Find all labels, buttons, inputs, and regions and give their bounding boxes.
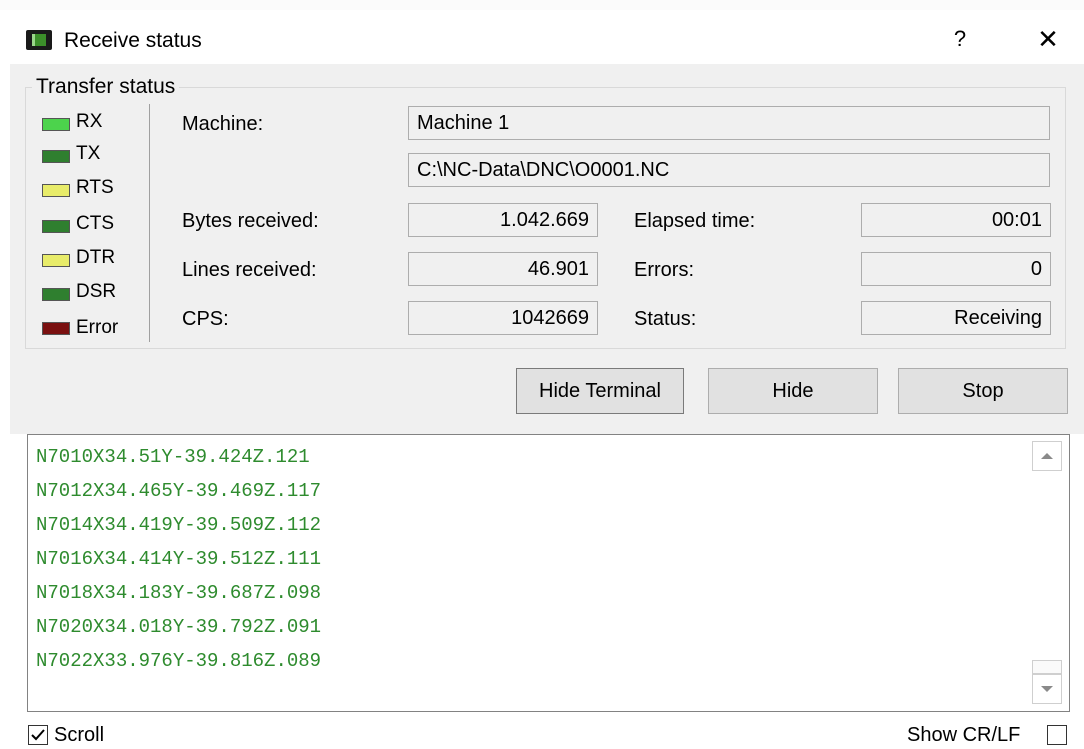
terminal-line: N7010X34.51Y-39.424Z.121 — [36, 446, 310, 468]
error-led-icon — [42, 322, 70, 335]
tx-led-icon — [42, 150, 70, 163]
rx-led-icon — [42, 118, 70, 131]
errors-label: Errors: — [634, 259, 694, 281]
bytes-received-field: 1.042.669 — [408, 203, 598, 237]
close-button[interactable]: ✕ — [1026, 20, 1070, 58]
rts-led-icon — [42, 184, 70, 197]
dtr-label: DTR — [76, 247, 116, 268]
group-label: Transfer status — [32, 75, 180, 99]
dsr-label: DSR — [76, 281, 117, 302]
tx-label: TX — [76, 143, 101, 164]
show-crlf-label: Show CR/LF — [907, 724, 1021, 746]
terminal-line: N7014X34.419Y-39.509Z.112 — [36, 514, 322, 536]
scrollbar-thumb[interactable] — [1032, 660, 1062, 674]
elapsed-time-field: 00:01 — [861, 203, 1051, 237]
cts-led-icon — [42, 220, 70, 233]
scroll-down-arrow-icon[interactable] — [1032, 674, 1062, 704]
window-title: Receive status — [64, 29, 202, 52]
cps-label: CPS: — [182, 308, 229, 330]
status-field: Receiving — [861, 301, 1051, 335]
rx-label: RX — [76, 111, 103, 132]
cts-label: CTS — [76, 213, 114, 234]
lines-received-label: Lines received: — [182, 259, 317, 281]
status-label: Status: — [634, 308, 697, 330]
machine-label: Machine: — [182, 113, 264, 135]
hide-button[interactable]: Hide — [708, 368, 878, 414]
terminal-line: N7016X34.414Y-39.512Z.111 — [36, 548, 322, 570]
dsr-led-icon — [42, 288, 70, 301]
lines-received-field: 46.901 — [408, 252, 598, 286]
led-separator — [149, 104, 150, 342]
scroll-up-arrow-icon[interactable] — [1032, 441, 1062, 471]
terminal-line: N7018X34.183Y-39.687Z.098 — [36, 582, 322, 604]
hide-terminal-button[interactable]: Hide Terminal — [516, 368, 684, 414]
error-label: Error — [76, 317, 119, 338]
errors-field: 0 — [861, 252, 1051, 286]
machine-field: Machine 1 — [408, 106, 1050, 140]
file-path-field: C:\NC-Data\DNC\O0001.NC — [408, 153, 1050, 187]
rts-label: RTS — [76, 177, 114, 198]
cps-field: 1042669 — [408, 301, 598, 335]
scroll-checkbox[interactable] — [28, 725, 48, 745]
stop-button[interactable]: Stop — [898, 368, 1068, 414]
scroll-label: Scroll — [54, 724, 105, 746]
checkmark-icon — [31, 729, 45, 741]
terminal-line: N7022X33.976Y-39.816Z.089 — [36, 650, 322, 672]
show-crlf-checkbox[interactable] — [1047, 725, 1067, 745]
terminal-line: N7012X34.465Y-39.469Z.117 — [36, 480, 322, 502]
dtr-led-icon — [42, 254, 70, 267]
elapsed-time-label: Elapsed time: — [634, 210, 756, 232]
app-icon — [26, 30, 52, 50]
help-button[interactable]: ? — [942, 20, 978, 58]
bytes-received-label: Bytes received: — [182, 210, 319, 232]
terminal-line: N7020X34.018Y-39.792Z.091 — [36, 616, 322, 638]
